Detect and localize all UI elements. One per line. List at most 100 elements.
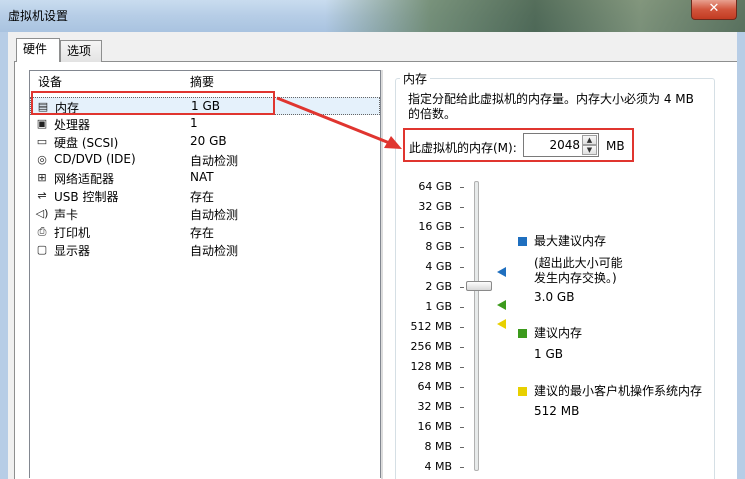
tab-options[interactable]: 选项 <box>60 40 102 62</box>
memory-slider-track[interactable] <box>474 181 479 471</box>
device-list-header: 设备 摘要 <box>30 71 380 89</box>
device-summary: 1 <box>190 116 198 130</box>
scale-tick <box>460 387 464 388</box>
device-row-cd[interactable]: ◎ CD/DVD (IDE) 自动检测 <box>30 151 380 169</box>
device-summary: 自动检测 <box>190 244 239 258</box>
cd-icon: ◎ <box>37 153 47 166</box>
device-summary: 自动检测 <box>190 208 239 222</box>
sound-icon: ◁) <box>35 207 49 220</box>
max-legend-value: 3.0 GB <box>534 290 575 304</box>
device-name: 内存 <box>55 101 80 115</box>
scale-tick <box>460 467 464 468</box>
max-legend-swatch <box>518 237 527 246</box>
scale-tick <box>460 227 464 228</box>
memory-size-label: 此虚拟机的内存(M): <box>409 141 517 155</box>
memory-icon: ▤ <box>37 100 49 113</box>
cpu-icon: ▣ <box>36 117 48 130</box>
window-frame-left <box>0 32 8 479</box>
header-device[interactable]: 设备 <box>38 73 62 90</box>
scale-tick <box>460 207 464 208</box>
scale-tick <box>460 327 464 328</box>
scale-label: 8 MB <box>424 440 452 453</box>
device-row-network[interactable]: ⊞ 网络适配器 NAT <box>30 169 380 187</box>
device-name: USB 控制器 <box>54 190 119 204</box>
rec-legend-swatch <box>518 329 527 338</box>
scale-label: 128 MB <box>410 360 452 373</box>
network-icon: ⊞ <box>37 171 47 184</box>
device-name: 显示器 <box>54 244 91 258</box>
hdd-icon: ▭ <box>36 135 48 148</box>
device-row-memory[interactable]: ▤ 内存 1 GB <box>30 97 380 115</box>
scale-label: 16 GB <box>418 220 452 233</box>
scale-tick <box>460 407 464 408</box>
printer-icon: ⎙ <box>37 225 47 238</box>
title-bar-background <box>325 0 745 32</box>
scale-tick <box>460 347 464 348</box>
close-button[interactable]: ✕ <box>691 0 737 20</box>
memory-slider-thumb[interactable] <box>466 281 492 291</box>
memory-size-spinner: 2048 ▲ ▼ <box>523 133 599 157</box>
window-frame-right <box>737 32 745 479</box>
device-summary: 1 GB <box>191 99 220 113</box>
memory-unit: MB <box>606 139 625 153</box>
usb-icon: ⇌ <box>37 189 47 202</box>
memory-size-input[interactable]: 2048 <box>528 138 580 152</box>
max-legend-title: 最大建议内存 <box>534 234 607 248</box>
device-row-sound[interactable]: ◁) 声卡 自动检测 <box>30 205 380 223</box>
scale-label: 32 MB <box>417 400 452 413</box>
device-summary: 20 GB <box>190 134 227 148</box>
device-row-hdd[interactable]: ▭ 硬盘 (SCSI) 20 GB <box>30 133 380 151</box>
device-name: 网络适配器 <box>54 172 115 186</box>
scale-label: 512 MB <box>410 320 452 333</box>
scale-tick <box>460 267 464 268</box>
scale-label: 4 GB <box>425 260 452 273</box>
device-summary: 自动检测 <box>190 154 239 168</box>
min-legend-value: 512 MB <box>534 404 580 418</box>
scale-label: 32 GB <box>418 200 452 213</box>
device-summary: 存在 <box>190 190 215 204</box>
tab-hardware[interactable]: 硬件 <box>16 38 60 62</box>
scale-tick <box>460 247 464 248</box>
recommended-marker <box>497 300 506 310</box>
device-row-usb[interactable]: ⇌ USB 控制器 存在 <box>30 187 380 205</box>
device-name: 硬盘 (SCSI) <box>54 136 119 150</box>
max-legend-note-1: (超出此大小可能 <box>534 256 623 270</box>
scale-label: 4 MB <box>424 460 452 473</box>
window-title: 虚拟机设置 <box>8 9 69 23</box>
device-name: 打印机 <box>54 226 91 240</box>
scale-tick <box>460 367 464 368</box>
device-name: 声卡 <box>54 208 79 222</box>
memory-description: 指定分配给此虚拟机的内存量。内存大小必须为 4 MB 的倍数。 <box>408 92 694 121</box>
max-recommended-marker <box>497 267 506 277</box>
device-list-edge <box>381 70 383 479</box>
device-row-printer[interactable]: ⎙ 打印机 存在 <box>30 223 380 241</box>
spin-up-button[interactable]: ▲ <box>582 135 597 145</box>
memory-group-title: 内存 <box>400 70 431 87</box>
min-legend-title: 建议的最小客户机操作系统内存 <box>534 384 703 398</box>
header-summary[interactable]: 摘要 <box>190 73 214 90</box>
device-list: 设备 摘要 ▤ 内存 1 GB ▣ 处理器 1 ▭ 硬盘 (SCSI) 20 G… <box>29 70 381 478</box>
rec-legend-value: 1 GB <box>534 347 563 361</box>
scale-label: 64 GB <box>418 180 452 193</box>
scale-tick <box>460 187 464 188</box>
scale-label: 256 MB <box>410 340 452 353</box>
device-summary: NAT <box>190 170 214 184</box>
max-legend-note-2: 发生内存交换。) <box>534 271 617 285</box>
device-name: 处理器 <box>54 118 91 132</box>
device-name: CD/DVD (IDE) <box>54 152 136 166</box>
scale-label: 64 MB <box>417 380 452 393</box>
scale-tick <box>460 447 464 448</box>
scale-tick <box>460 287 464 288</box>
scale-label: 2 GB <box>425 280 452 293</box>
scale-label: 1 GB <box>425 300 452 313</box>
scale-tick <box>460 427 464 428</box>
scale-label: 8 GB <box>425 240 452 253</box>
device-row-cpu[interactable]: ▣ 处理器 1 <box>30 115 380 133</box>
min-recommended-marker <box>497 319 506 329</box>
spin-down-button[interactable]: ▼ <box>582 145 597 155</box>
monitor-icon: ▢ <box>36 243 48 256</box>
title-bar: 虚拟机设置 ✕ <box>0 0 745 32</box>
device-summary: 存在 <box>190 226 215 240</box>
scale-tick <box>460 307 464 308</box>
device-row-monitor[interactable]: ▢ 显示器 自动检测 <box>30 241 380 259</box>
